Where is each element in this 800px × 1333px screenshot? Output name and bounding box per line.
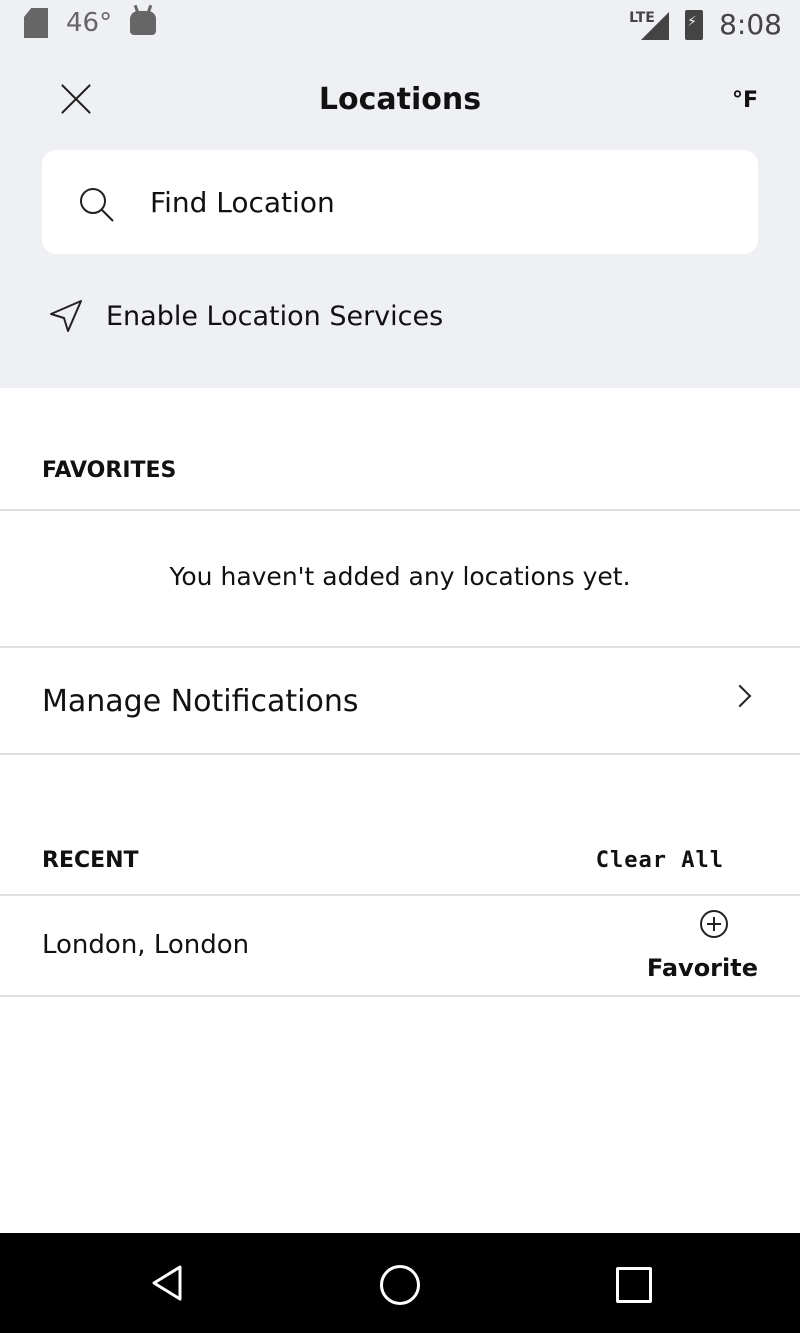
manage-notifications-row[interactable]: Manage Notifications [0, 648, 800, 754]
status-left: 46° [24, 8, 157, 38]
status-right: LTE 8:08 [629, 8, 782, 41]
search-placeholder: Find Location [150, 185, 335, 219]
chevron-right-icon [728, 684, 752, 708]
system-nav-bar [0, 1233, 800, 1333]
clear-all-button[interactable]: Clear All [596, 848, 724, 873]
recent-header: RECENT [42, 848, 139, 873]
favorites-empty-message: You haven't added any locations yet. [169, 562, 631, 591]
android-icon [130, 11, 157, 35]
divider [0, 995, 800, 997]
sd-card-icon [24, 8, 48, 38]
location-arrow-icon [50, 300, 82, 332]
enable-location-services-button[interactable]: Enable Location Services [48, 298, 443, 334]
back-icon[interactable] [148, 1263, 188, 1303]
recent-item[interactable]: London, London Favorite [0, 896, 800, 996]
divider [0, 753, 800, 755]
favorites-header: FAVORITES [42, 458, 177, 483]
location-services-label: Enable Location Services [106, 300, 444, 332]
status-temperature: 46° [66, 8, 113, 38]
favorite-button[interactable]: Favorite [646, 910, 758, 990]
battery-icon [685, 9, 704, 40]
search-icon [80, 188, 114, 222]
temperature-unit-toggle[interactable]: °F [732, 88, 758, 113]
favorite-label: Favorite [646, 954, 758, 982]
network-type: LTE [629, 9, 655, 26]
divider [0, 509, 800, 511]
add-circle-icon [700, 910, 728, 938]
home-icon[interactable] [380, 1265, 420, 1305]
recents-icon[interactable] [616, 1267, 652, 1303]
status-bar: 46° LTE 8:08 [0, 0, 800, 52]
recent-item-name: London, London [42, 930, 250, 960]
signal-icon: LTE [629, 9, 670, 40]
manage-notifications-label: Manage Notifications [42, 684, 359, 719]
page-title: Locations [318, 82, 482, 117]
status-time: 8:08 [719, 8, 782, 41]
search-input[interactable]: Find Location [42, 150, 758, 254]
